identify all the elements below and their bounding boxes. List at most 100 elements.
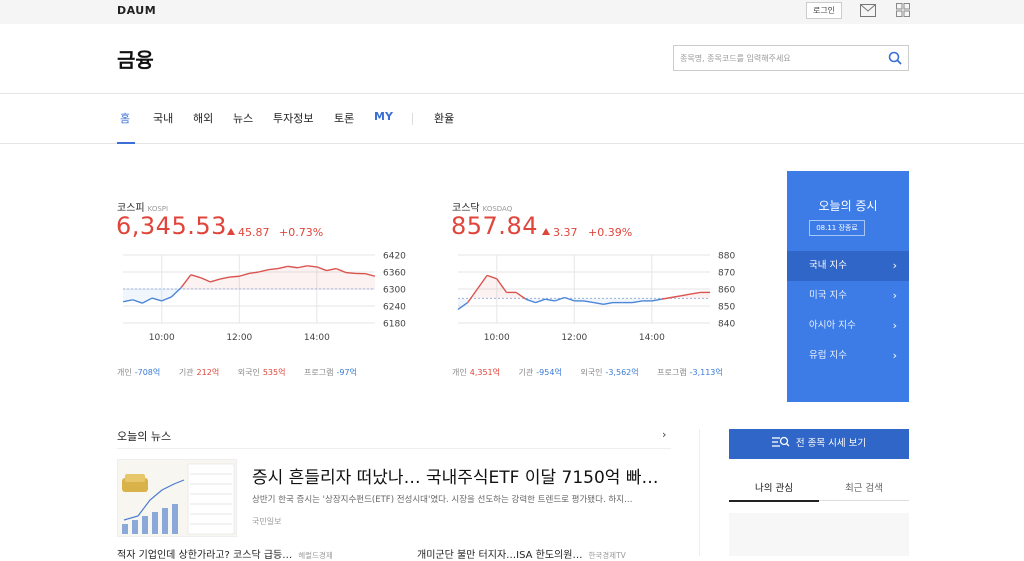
x-tick-label: 14:00 <box>639 333 665 343</box>
inv-label: 기관 <box>519 368 534 377</box>
y-tick-label: 6360 <box>383 269 406 279</box>
kosdaq-change: 3.37 <box>542 226 578 239</box>
inv-value: 535억 <box>263 368 286 377</box>
watchlist-area <box>729 513 909 556</box>
list-search-icon <box>772 436 790 448</box>
panel-item-label: 미국 지수 <box>809 290 847 301</box>
kospi-change: 45.87 <box>227 226 270 239</box>
kosdaq-pct: +0.39% <box>588 226 632 239</box>
y-tick-label: 860 <box>718 286 735 296</box>
apps-grid-icon[interactable] <box>896 3 910 17</box>
y-tick-label: 840 <box>718 320 735 330</box>
nav-invest-info[interactable]: 투자정보 <box>273 110 313 126</box>
page-header: 금융 <box>0 24 1024 94</box>
inv-label: 외국인 <box>238 368 260 377</box>
up-triangle-icon <box>542 228 550 235</box>
series-line-segment <box>346 273 356 274</box>
x-tick-label: 12:00 <box>226 333 252 343</box>
chevron-right-icon: › <box>893 311 897 341</box>
inv-label: 개인 <box>452 368 467 377</box>
panel-item-label: 국내 지수 <box>809 260 847 271</box>
series-line-segment <box>662 298 672 300</box>
kosdaq-change-value: 3.37 <box>553 226 578 239</box>
chevron-right-icon: › <box>893 341 897 371</box>
news-thumbnail[interactable] <box>117 459 237 537</box>
kosdaq-investors: 개인4,351억 기관-954억 외국인-3,562억 프로그램-3,113억 <box>452 367 723 378</box>
y-tick-label: 6420 <box>383 252 406 262</box>
news-more-chevron-icon[interactable]: › <box>662 428 666 441</box>
daum-logo[interactable]: DAUM <box>117 4 156 17</box>
nav-overseas[interactable]: 해외 <box>193 110 213 126</box>
kosdaq-chart[interactable]: 880 870 860 850 840 10:00 12:00 14:00 <box>452 248 752 348</box>
vertical-divider <box>699 429 700 556</box>
inv-label: 기관 <box>179 368 194 377</box>
area-segment <box>506 292 516 298</box>
panel-item-label: 유럽 지수 <box>809 350 847 361</box>
area-segment <box>327 269 337 289</box>
inv-value: -97억 <box>336 368 356 377</box>
news-divider <box>117 448 671 449</box>
panel-item-us[interactable]: 미국 지수› <box>787 281 909 311</box>
x-tick-label: 12:00 <box>561 333 587 343</box>
top-bar: DAUM 로그인 <box>0 0 1024 24</box>
nav-discussion[interactable]: 토론 <box>334 110 354 126</box>
chevron-right-icon: › <box>893 251 897 281</box>
today-market-panel: 오늘의 증시 08.11 장종료 국내 지수› 미국 지수› 아시아 지수› 유… <box>787 171 909 402</box>
kospi-value: 6,345.53 <box>116 212 227 240</box>
panel-item-domestic[interactable]: 국내 지수 › <box>787 251 909 281</box>
inv-value: -3,562억 <box>605 368 638 377</box>
y-tick-label: 6180 <box>383 320 406 330</box>
area-segment <box>249 272 259 289</box>
inv-value: 4,351억 <box>470 368 500 377</box>
inv-label: 개인 <box>117 368 132 377</box>
kospi-chart[interactable]: 6420636063006240618010:0012:0014:00 <box>117 248 417 348</box>
x-tick-label: 10:00 <box>149 333 175 343</box>
search-box <box>673 45 909 71</box>
inv-label: 프로그램 <box>304 368 333 377</box>
search-icon[interactable] <box>888 51 902 65</box>
nav-news[interactable]: 뉴스 <box>233 110 253 126</box>
x-tick-label: 10:00 <box>484 333 510 343</box>
inv-label: 프로그램 <box>657 368 686 377</box>
area-segment <box>700 292 710 298</box>
inv-value: -3,113억 <box>690 368 723 377</box>
all-quotes-label: 전 종목 시세 보기 <box>796 438 866 449</box>
all-quotes-button[interactable]: 전 종목 시세 보기 <box>729 429 909 459</box>
nav-domestic[interactable]: 국내 <box>153 110 173 126</box>
nav-my[interactable]: MY <box>374 110 393 123</box>
search-input[interactable] <box>674 46 880 70</box>
kospi-pct: +0.73% <box>279 226 323 239</box>
panel-title: 오늘의 증시 <box>787 197 909 214</box>
y-tick-label: 870 <box>718 269 735 279</box>
y-tick-label: 850 <box>718 303 735 313</box>
tab-my-interest[interactable]: 나의 관심 <box>729 480 819 494</box>
nav-separator <box>412 113 413 125</box>
up-triangle-icon <box>227 228 235 235</box>
news-sub-item[interactable]: 개미군단 불만 터지자…ISA 한도의원…한국경제TV <box>417 546 626 561</box>
nav-active-underline <box>117 142 135 144</box>
y-tick-label: 880 <box>718 252 735 262</box>
news-section-title: 오늘의 뉴스 <box>117 428 171 444</box>
area-segment <box>346 273 356 289</box>
page-title: 금융 <box>117 44 154 73</box>
watch-tabs: 나의 관심 최근 검색 <box>729 473 909 501</box>
area-segment <box>288 266 298 289</box>
y-tick-label: 6240 <box>383 303 406 313</box>
panel-date-badge: 08.11 장종료 <box>809 220 865 236</box>
area-segment <box>297 266 307 289</box>
news-headline[interactable]: 증시 흔들리자 떠났나… 국내주식ETF 이달 7150억 빠… <box>252 463 658 488</box>
panel-item-asia[interactable]: 아시아 지수› <box>787 311 909 341</box>
nav-exchange[interactable]: 환율 <box>434 110 454 126</box>
news-summary[interactable]: 상반기 한국 증시는 '상장지수펀드(ETF) 전성시대'였다. 시장을 선도하… <box>252 493 632 505</box>
series-line-segment <box>230 276 240 277</box>
main-nav: 홈 국내 해외 뉴스 투자정보 토론 MY 환율 <box>0 94 1024 144</box>
nav-home[interactable]: 홈 <box>120 110 130 126</box>
tab-recent-search[interactable]: 최근 검색 <box>819 480 909 494</box>
area-segment <box>268 269 278 289</box>
inv-value: -708억 <box>135 368 161 377</box>
news-sub-item[interactable]: 적자 기업인데 상한가라고? 코스닥 급등…헤럴드경제 <box>117 546 333 561</box>
kospi-change-value: 45.87 <box>238 226 270 239</box>
panel-item-europe[interactable]: 유럽 지수 › <box>787 341 909 371</box>
mail-icon[interactable] <box>860 4 876 17</box>
login-button[interactable]: 로그인 <box>806 2 842 19</box>
